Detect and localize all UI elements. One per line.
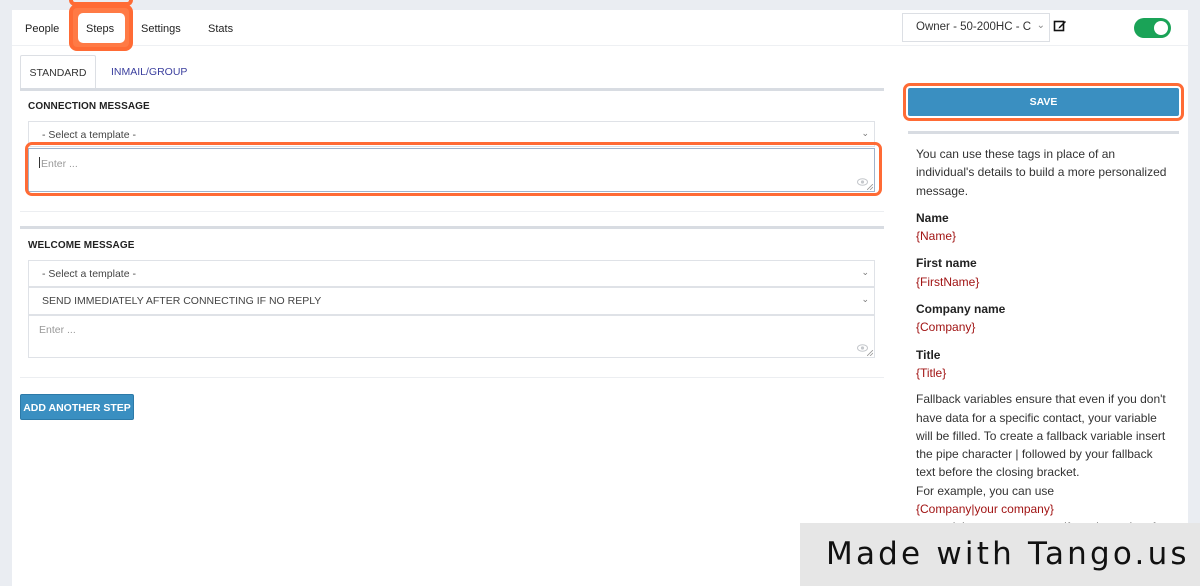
chevron-down-icon: ⌄ (1034, 20, 1045, 31)
welcome-message-card: WELCOME MESSAGE - Select a template - ⌄ … (20, 226, 884, 378)
add-another-step-button[interactable]: ADD ANOTHER STEP (20, 394, 134, 420)
fallback-example: {Company|your company} (916, 502, 1054, 517)
connection-message-card: CONNECTION MESSAGE - Select a template -… (20, 88, 884, 212)
nav-tab-people[interactable]: People (25, 23, 59, 35)
tag-value-name: {Name} (916, 229, 957, 244)
welcome-message-title: WELCOME MESSAGE (28, 240, 135, 251)
nav-tab-steps[interactable]: Steps (86, 23, 115, 35)
save-button[interactable]: SAVE (908, 88, 1179, 116)
page: People Steps Settings Stats Owner - 50-2… (12, 0, 1188, 586)
chevron-down-icon: ⌄ (861, 294, 869, 304)
tag-value-first-name: {FirstName} (916, 274, 980, 289)
welcome-message-placeholder: Enter ... (39, 324, 76, 336)
chevron-down-icon: ⌄ (861, 267, 869, 277)
tag-label-first-name: First name (916, 256, 977, 271)
welcome-timing-value: SEND IMMEDIATELY AFTER CONNECTING IF NO … (42, 295, 322, 307)
campaign-select-value: Owner - 50-200HC - C (916, 21, 1032, 33)
connection-template-select[interactable]: - Select a template - ⌄ (28, 121, 875, 147)
welcome-template-value: - Select a template - (42, 268, 136, 280)
campaign-active-toggle[interactable] (1134, 18, 1171, 38)
resize-handle-icon[interactable] (867, 350, 873, 356)
welcome-template-select[interactable]: - Select a template - ⌄ (28, 260, 875, 287)
nav-tab-stats[interactable]: Stats (208, 23, 233, 35)
connection-message-placeholder: Enter ... (41, 158, 78, 170)
fallback-explanation: Fallback variables ensure that even if y… (916, 392, 1166, 480)
chevron-down-icon: ⌄ (861, 128, 869, 138)
connection-message-input[interactable]: Enter ... (28, 148, 875, 192)
welcome-message-input[interactable]: Enter ... (28, 315, 875, 358)
tag-label-name: Name (916, 210, 949, 225)
tag-label-company: Company name (916, 302, 1006, 317)
help-intro: You can use these tags in place of an in… (916, 147, 1167, 198)
top-nav: People Steps Settings Stats Owner - 50-2… (12, 0, 1188, 51)
connection-template-value: - Select a template - (42, 129, 136, 141)
example-intro: For example, you can use (916, 483, 1055, 498)
resize-handle-icon[interactable] (867, 184, 873, 190)
welcome-timing-select[interactable]: SEND IMMEDIATELY AFTER CONNECTING IF NO … (28, 287, 875, 315)
tango-watermark: Made with Tango.us (800, 523, 1200, 586)
tag-value-company: {Company} (916, 320, 976, 335)
tab-standard[interactable]: STANDARD (20, 55, 96, 89)
campaign-select[interactable]: Owner - 50-200HC - C ⌄ (902, 13, 1050, 42)
edit-icon[interactable] (1053, 19, 1067, 33)
text-caret (39, 157, 40, 168)
personalization-help-panel: You can use these tags in place of an in… (908, 131, 1179, 586)
connection-message-title: CONNECTION MESSAGE (28, 101, 150, 112)
toggle-knob (1154, 21, 1168, 35)
tag-value-title: {Title} (916, 365, 947, 380)
tag-label-title: Title (916, 347, 941, 362)
nav-tab-settings[interactable]: Settings (141, 23, 181, 35)
tab-inmail-group[interactable]: INMAIL/GROUP (111, 55, 187, 89)
